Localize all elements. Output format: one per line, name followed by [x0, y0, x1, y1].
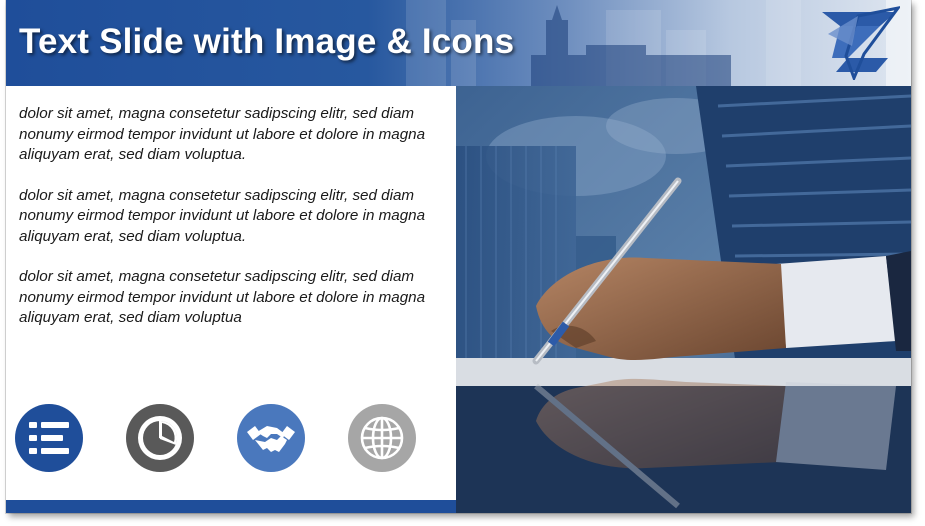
hand-writing-with-pen-photo — [456, 86, 911, 513]
globe-icon — [348, 404, 416, 472]
list-icon — [15, 404, 83, 472]
paragraph: dolor sit amet, magna consetetur sadipsc… — [19, 186, 426, 245]
company-logo — [822, 6, 900, 80]
paragraph: dolor sit amet, magna consetetur sadipsc… — [19, 268, 426, 326]
body-text: dolor sit amet, magna consetetur sadipsc… — [19, 104, 444, 349]
paragraph: dolor sit amet, magna consetetur sadipsc… — [19, 105, 426, 163]
bottom-accent-bar — [6, 500, 456, 513]
slide-title: Text Slide with Image & Icons — [19, 22, 515, 61]
handshake-icon — [237, 404, 305, 472]
slide: Text Slide with Image & Icons dolor sit … — [6, 0, 911, 513]
pie-chart-icon — [126, 404, 194, 472]
title-bar: Text Slide with Image & Icons — [6, 0, 911, 86]
